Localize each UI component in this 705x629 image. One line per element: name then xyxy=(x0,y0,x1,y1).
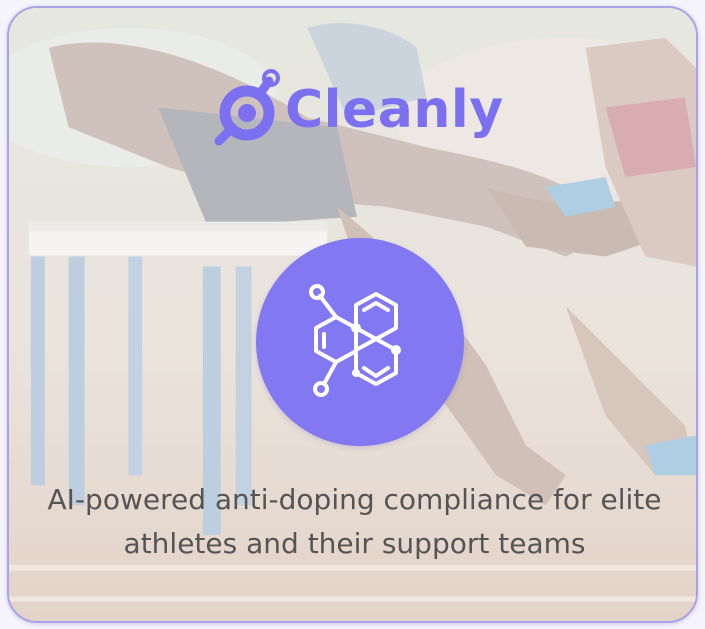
brand-logo: Cleanly xyxy=(209,68,504,148)
brand-name: Cleanly xyxy=(285,80,504,140)
molecule-icon xyxy=(309,284,401,397)
feature-icon-circle xyxy=(256,238,464,446)
tagline: AI-powered anti-doping compliance for el… xyxy=(47,483,662,560)
molecule-key-icon xyxy=(214,69,280,146)
feature-card: Cleanly AI-powered anti-doping complianc… xyxy=(7,6,698,623)
